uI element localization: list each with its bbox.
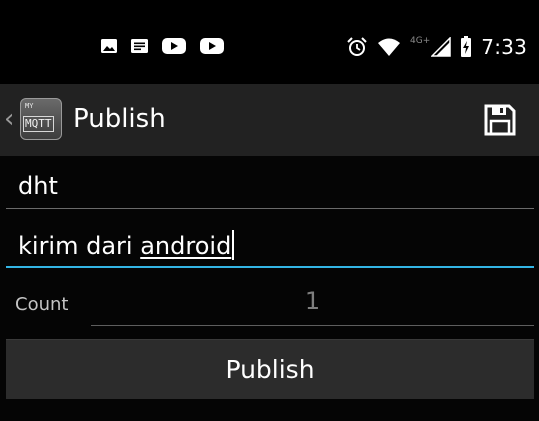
app-screen: 4G+ 7:33 ‹ MY MQTT Publish dht kirim dar… xyxy=(0,0,539,421)
publish-button-label: Publish xyxy=(225,355,315,384)
message-icon xyxy=(130,37,149,55)
system-icons: 4G+ 7:33 xyxy=(346,34,527,60)
logo-text-big: MQTT xyxy=(23,116,54,132)
count-input-value: 1 xyxy=(304,287,321,315)
topic-input[interactable]: dht xyxy=(6,163,534,209)
count-label: Count xyxy=(15,294,69,315)
wifi-icon xyxy=(377,37,401,57)
chevron-left-icon[interactable]: ‹ xyxy=(4,105,14,133)
status-bar: 4G+ 7:33 xyxy=(0,0,539,84)
message-input[interactable]: kirim dari android xyxy=(6,222,534,268)
youtube-icon xyxy=(161,37,187,55)
text-cursor xyxy=(232,230,235,260)
app-logo[interactable]: MY MQTT xyxy=(20,98,62,140)
publish-button[interactable]: Publish xyxy=(6,339,534,399)
image-icon xyxy=(100,37,118,55)
message-input-value: kirim dari android xyxy=(18,230,235,261)
save-icon[interactable] xyxy=(483,103,517,137)
alarm-icon xyxy=(346,36,368,58)
count-input[interactable]: 1 xyxy=(91,283,534,326)
cell-signal-icon xyxy=(431,37,452,57)
action-bar: ‹ MY MQTT Publish xyxy=(0,84,539,156)
notification-icons xyxy=(100,34,225,58)
status-time: 7:33 xyxy=(481,35,527,59)
topic-input-value: dht xyxy=(18,172,58,200)
logo-text-small: MY xyxy=(25,102,34,110)
message-text-prefix: kirim dari xyxy=(18,232,141,260)
page-title: Publish xyxy=(73,104,166,134)
youtube-icon xyxy=(199,37,225,55)
battery-charging-icon xyxy=(460,36,472,58)
network-type-label: 4G+ xyxy=(410,36,431,46)
message-text-composing: android xyxy=(140,232,232,260)
